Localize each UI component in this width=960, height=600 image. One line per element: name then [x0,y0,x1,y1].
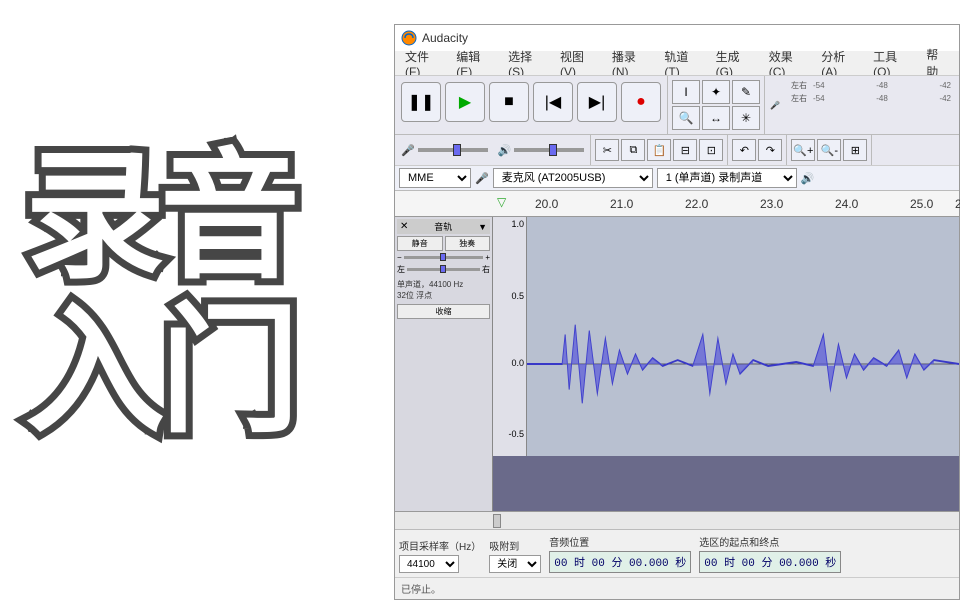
pan-slider[interactable] [407,268,480,271]
playback-meter[interactable]: 左右 -54 -48 -42 [791,93,953,104]
empty-track-area [493,456,959,511]
title-line2: 入门 [25,294,295,448]
overlay-title: 录音 入门 [25,140,295,448]
pause-button[interactable]: ❚❚ [401,82,441,122]
snap-label: 吸附到 [489,538,541,553]
audio-position-label: 音频位置 [549,534,691,549]
envelope-tool[interactable]: ✦ [702,80,730,104]
audacity-window: Audacity 文件(F) 编辑(E) 选择(S) 视图(V) 播录(N) 轨… [394,24,960,600]
playhead-marker[interactable]: ▽ [497,195,506,209]
trim-button[interactable]: ⊟ [673,139,697,161]
volume-sliders: 🎤 🔊 [395,135,591,165]
sample-rate-label: 项目采样率（Hz） [399,538,481,553]
collapse-button[interactable]: 收缩 [397,304,490,319]
sample-rate-select[interactable]: 44100 [399,555,459,573]
tracks-area: ✕ 音轨 ▼ 静音 独奏 −+ 左右 单声道，44100 Hz 32位 浮点 收… [395,217,959,511]
undo-tools: ↶ ↷ [728,135,787,165]
track-control-panel: ✕ 音轨 ▼ 静音 独奏 −+ 左右 单声道，44100 Hz 32位 浮点 收… [395,217,493,511]
multi-tool[interactable]: ✳ [732,106,760,130]
mic-meter-icon: 🎤 [765,76,785,134]
status-area: 项目采样率（Hz） 44100 吸附到 关闭 音频位置 00 时 00 分 00… [395,529,959,599]
edit-tools: ✂ ⧉ 📋 ⊟ ⊡ [591,135,728,165]
speaker-device-icon: 🔊 [801,172,815,185]
undo-button[interactable]: ↶ [732,139,756,161]
timeshift-tool[interactable]: ↔ [702,106,730,130]
zoom-out-button[interactable]: 🔍- [817,139,841,161]
device-toolbar: MME 🎤 麦克风 (AT2005USB) 1 (单声道) 录制声道 🔊 [395,166,959,191]
meters-panel: 左右 -54 -48 -42 左右 -54 -48 -42 [785,76,959,134]
channels-select[interactable]: 1 (单声道) 录制声道 [657,168,797,188]
transport-controls: ❚❚ ▶ ■ |◀ ▶| ● [395,76,668,134]
mic-device-icon: 🎤 [475,172,489,185]
cut-button[interactable]: ✂ [595,139,619,161]
record-button[interactable]: ● [621,82,661,122]
app-icon [401,30,417,46]
horizontal-scrollbar[interactable] [395,511,959,529]
track-close-button[interactable]: ✕ [400,221,408,232]
track-menu-button[interactable]: ▼ [478,222,487,232]
track-name: 音轨 [434,220,452,233]
redo-button[interactable]: ↷ [758,139,782,161]
zoom-tools: 🔍+ 🔍- ⊞ [787,135,872,165]
draw-tool[interactable]: ✎ [732,80,760,104]
paste-button[interactable]: 📋 [647,139,671,161]
selection-start-display[interactable]: 00 时 00 分 00.000 秒 [699,551,841,573]
silence-button[interactable]: ⊡ [699,139,723,161]
skip-start-button[interactable]: |◀ [533,82,573,122]
gain-slider[interactable] [404,256,484,259]
menubar: 文件(F) 编辑(E) 选择(S) 视图(V) 播录(N) 轨道(T) 生成(G… [395,51,959,75]
tools-grid: I ✦ ✎ 🔍 ↔ ✳ [668,76,765,134]
play-button[interactable]: ▶ [445,82,485,122]
playback-volume-slider[interactable] [514,148,584,152]
audio-position-display[interactable]: 00 时 00 分 00.000 秒 [549,551,691,573]
speaker-icon: 🔊 [498,144,512,157]
zoom-in-button[interactable]: 🔍+ [791,139,815,161]
selection-tool[interactable]: I [672,80,700,104]
scrollbar-thumb[interactable] [493,514,501,528]
timeline-ruler[interactable]: ▽ 20.0 21.0 22.0 23.0 24.0 25.0 26.0 [395,191,959,217]
audio-host-select[interactable]: MME [399,168,471,188]
status-text: 已停止。 [395,578,959,599]
window-title: Audacity [422,31,468,45]
mic-icon: 🎤 [401,144,415,157]
toolbar-area: ❚❚ ▶ ■ |◀ ▶| ● I ✦ ✎ 🔍 ↔ ✳ 🎤 左右 -5 [395,75,959,166]
title-line1: 录音 [25,140,295,294]
stop-button[interactable]: ■ [489,82,529,122]
waveform-area[interactable]: 1.0 0.5 0.0 -0.5 -1.0 [493,217,959,511]
zoom-fit-button[interactable]: ⊞ [843,139,867,161]
selection-label: 选区的起点和终点 [699,534,841,549]
recording-meter[interactable]: 左右 -54 -48 -42 [791,80,953,91]
recording-volume-slider[interactable] [418,148,488,152]
zoom-tool[interactable]: 🔍 [672,106,700,130]
snap-select[interactable]: 关闭 [489,555,541,573]
mute-button[interactable]: 静音 [397,236,443,251]
skip-end-button[interactable]: ▶| [577,82,617,122]
solo-button[interactable]: 独奏 [445,236,491,251]
track-format-info: 单声道，44100 Hz 32位 浮点 [397,279,490,301]
recording-device-select[interactable]: 麦克风 (AT2005USB) [493,168,653,188]
copy-button[interactable]: ⧉ [621,139,645,161]
